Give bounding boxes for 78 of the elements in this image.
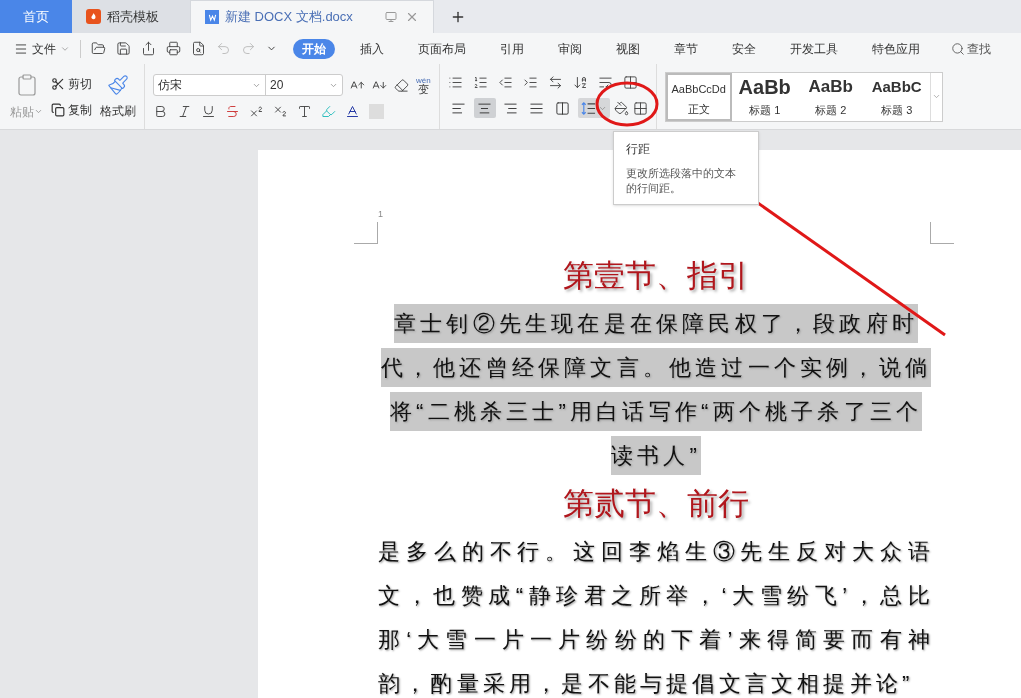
tab-label: 首页 [23, 7, 49, 26]
decrease-indent-icon[interactable] [497, 75, 513, 90]
subscript-icon[interactable] [273, 104, 288, 119]
window-icon[interactable] [385, 11, 397, 23]
align-icon [555, 100, 571, 116]
borders-icon[interactable] [632, 100, 648, 116]
export-icon[interactable] [141, 41, 156, 56]
line-spacing-button[interactable] [577, 98, 610, 118]
shading-icon[interactable] [613, 100, 629, 116]
bullet-list-icon[interactable] [447, 75, 463, 90]
style-preset[interactable]: AaBbCcDd 正文 [665, 72, 732, 121]
search-icon [951, 41, 965, 56]
caret-icon [34, 107, 43, 116]
tab-label: 新建 DOCX 文档.docx [225, 8, 353, 27]
bold-icon[interactable] [153, 104, 168, 119]
align-icon [503, 100, 519, 116]
font-color-icon[interactable] [345, 104, 360, 119]
numbered-list-icon[interactable] [472, 75, 488, 90]
text-effect-icon[interactable] [297, 104, 312, 119]
menu-icon [14, 41, 28, 56]
cut-button[interactable]: 剪切 [51, 74, 92, 93]
style-preset[interactable]: AaBb 标题 1 [731, 72, 798, 121]
margin-corner-mark [930, 222, 954, 244]
body-paragraph: 章士钊②先生现在是在保障民权了，段政府时代，他还曾经保障文言。他造过一个实例，说倘将“二桃杀三士”用白话写作“两个桃子杀了三个读书人” [378, 302, 934, 478]
ribbon-tab[interactable]: 插入 [351, 38, 393, 59]
style-preset[interactable]: AaBb 标题 2 [797, 72, 864, 121]
print-icon[interactable] [166, 41, 181, 56]
italic-icon[interactable] [177, 104, 192, 119]
format-painter-button[interactable]: 格式刷 [100, 73, 136, 120]
save-icon[interactable] [116, 41, 131, 56]
section-heading: 第贰节、前行 [563, 485, 749, 523]
file-menu[interactable]: 文件 [14, 39, 70, 58]
document-logo-icon [205, 10, 219, 24]
close-icon[interactable] [405, 10, 419, 24]
new-tab-icon[interactable] [450, 9, 466, 25]
ribbon-tab[interactable]: 章节 [665, 38, 707, 59]
ribbon-tab[interactable]: 特色应用 [863, 38, 929, 59]
align-button[interactable] [473, 98, 496, 118]
text-wrap-icon[interactable] [597, 75, 613, 90]
ribbon-tab[interactable]: 开发工具 [781, 38, 847, 59]
tooltip-title: 行距 [626, 141, 651, 158]
increase-indent-icon[interactable] [522, 75, 538, 90]
document-tab[interactable]: 新建 DOCX 文档.docx [190, 0, 434, 33]
ribbon-tab[interactable]: 审阅 [549, 38, 591, 59]
copy-icon [51, 102, 65, 117]
copy-button[interactable]: 复制 [51, 100, 92, 119]
open-folder-icon[interactable] [91, 41, 106, 56]
margin-corner-mark [354, 222, 378, 244]
style-preset[interactable]: AaBbC 标题 3 [863, 72, 930, 121]
underline-icon[interactable] [201, 104, 216, 119]
ribbon-tab[interactable]: 引用 [491, 38, 533, 59]
line-spacing-icon [580, 100, 596, 116]
flame-logo-icon [86, 9, 101, 24]
page-number: 1 [378, 208, 383, 221]
document-tab[interactable]: 稻壳模板 [72, 0, 190, 33]
tooltip-text: 更改所选段落中的文本的行间距。 [626, 166, 737, 196]
ribbon-tab[interactable]: 页面布局 [409, 38, 475, 59]
ribbon-tab[interactable]: 视图 [607, 38, 649, 59]
table-icon[interactable] [622, 75, 638, 90]
ribbon-tab[interactable]: 开始 [293, 38, 335, 59]
phonetic-guide-button[interactable]: wén 变 [416, 76, 431, 94]
clear-format-icon[interactable] [394, 77, 409, 93]
sort-icon[interactable] [572, 75, 588, 90]
search-button[interactable]: 查找 [951, 39, 991, 58]
align-icon [477, 100, 493, 116]
character-spacing-icon[interactable] [547, 75, 563, 90]
align-icon [451, 100, 467, 116]
print-preview-icon[interactable] [191, 41, 206, 56]
document-tab[interactable]: 首页 [0, 0, 72, 33]
paintbrush-icon [107, 73, 129, 96]
section-heading: 第壹节、指引 [563, 257, 749, 295]
align-icon [529, 100, 545, 116]
superscript-icon[interactable] [249, 104, 264, 119]
annotation-circle [595, 81, 659, 127]
strikethrough-icon[interactable] [225, 104, 240, 119]
ribbon-tab[interactable]: 安全 [723, 38, 765, 59]
tab-label: 稻壳模板 [107, 7, 159, 26]
scissors-icon [51, 76, 65, 91]
